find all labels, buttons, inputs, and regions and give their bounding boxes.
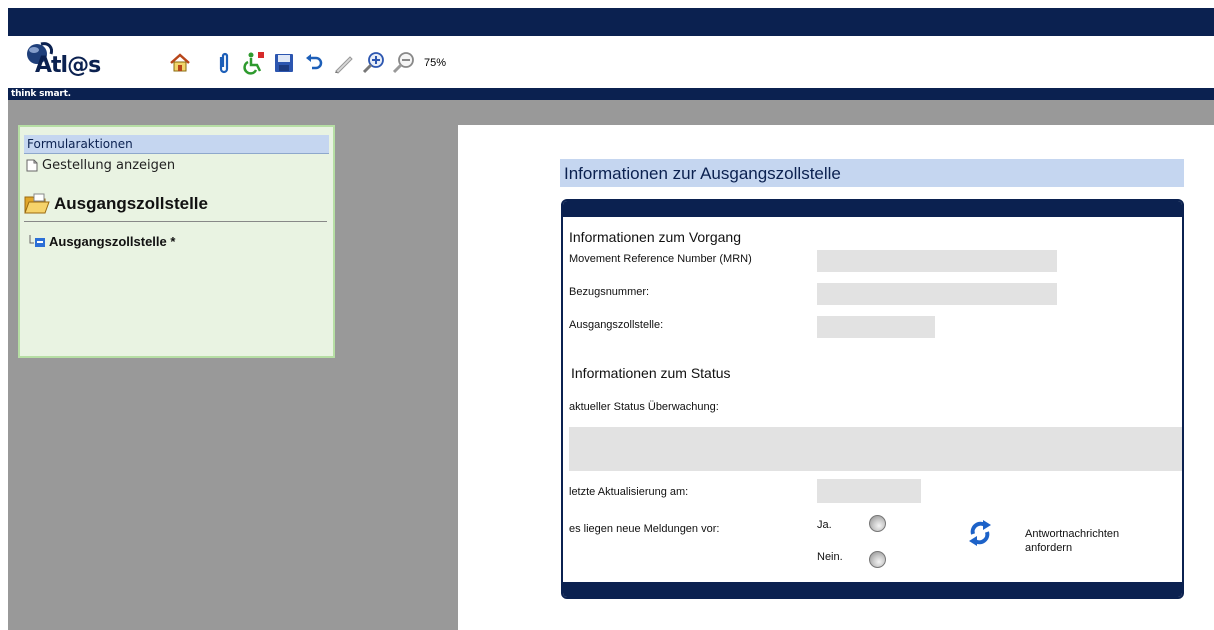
show-gestellung-label: Gestellung anzeigen bbox=[42, 158, 176, 173]
accessibility-button[interactable] bbox=[242, 51, 266, 75]
open-folder-icon bbox=[24, 193, 50, 214]
home-button[interactable] bbox=[168, 51, 192, 75]
request-replies-label[interactable]: Antwortnachrichten anfordern bbox=[1025, 527, 1119, 555]
bezugsnummer-field[interactable] bbox=[817, 283, 1057, 305]
mrn-label: Movement Reference Number (MRN) bbox=[569, 253, 752, 265]
ausgangszollstelle-field[interactable] bbox=[817, 316, 935, 338]
no-label: Nein. bbox=[817, 551, 843, 563]
tree-item-label: Ausgangszollstelle * bbox=[49, 234, 176, 249]
save-button[interactable] bbox=[272, 51, 296, 75]
pencil-icon bbox=[335, 56, 353, 74]
zoom-out-icon bbox=[392, 52, 414, 74]
form-actions-header: Formularaktionen bbox=[24, 135, 329, 154]
undo-button[interactable] bbox=[302, 51, 326, 75]
section-vorgang-heading: Informationen zum Vorgang bbox=[569, 229, 741, 245]
title-strip bbox=[8, 8, 1214, 36]
form-panel: Informationen zum Vorgang Movement Refer… bbox=[561, 199, 1184, 599]
tagline-band bbox=[8, 88, 1214, 100]
tree-branch-icon bbox=[29, 234, 45, 247]
section-title: Ausgangszollstelle bbox=[54, 194, 208, 213]
form-actions-panel: Formularaktionen Gestellung anzeigen Aus… bbox=[18, 125, 335, 358]
section-heading: Ausgangszollstelle bbox=[24, 193, 333, 215]
yes-radio[interactable] bbox=[869, 515, 886, 532]
zoom-in-button[interactable] bbox=[362, 51, 386, 75]
home-icon bbox=[170, 53, 190, 72]
toolbar-tools: 75% bbox=[168, 49, 446, 77]
show-gestellung-link[interactable]: Gestellung anzeigen bbox=[26, 158, 333, 173]
yes-label: Ja. bbox=[817, 519, 832, 531]
zoom-in-icon bbox=[362, 52, 384, 74]
section-status-heading: Informationen zum Status bbox=[571, 365, 731, 381]
document-icon bbox=[26, 159, 38, 172]
request-replies-line2: anfordern bbox=[1025, 542, 1073, 554]
zoom-out-button[interactable] bbox=[392, 51, 416, 75]
status-label: aktueller Status Überwachung: bbox=[569, 401, 719, 413]
form-page: Informationen zur Ausgangszollstelle Inf… bbox=[458, 125, 1214, 630]
ausgangszollstelle-label: Ausgangszollstelle: bbox=[569, 319, 664, 331]
zoom-level: 75% bbox=[424, 57, 447, 69]
panel-header-bar bbox=[563, 201, 1182, 217]
new-messages-label: es liegen neue Meldungen vor: bbox=[569, 523, 720, 535]
no-radio[interactable] bbox=[869, 551, 886, 568]
paperclip-icon bbox=[219, 52, 229, 74]
atlas-logo: Atl@s bbox=[13, 38, 133, 82]
save-icon bbox=[275, 54, 293, 72]
undo-icon bbox=[306, 54, 323, 70]
last-update-label: letzte Aktualisierung am: bbox=[569, 486, 689, 498]
attach-button[interactable] bbox=[212, 51, 236, 75]
status-field[interactable] bbox=[569, 427, 1182, 471]
bezugsnummer-label: Bezugsnummer: bbox=[569, 286, 650, 298]
tagline: think smart. bbox=[11, 89, 71, 99]
refresh-arrows-icon bbox=[969, 520, 991, 546]
atlas-application: Atl@s 75% think smart. Formularaktionen … bbox=[8, 8, 1214, 630]
wheelchair-icon bbox=[243, 52, 264, 75]
panel-footer-bar bbox=[563, 582, 1182, 597]
edit-button[interactable] bbox=[332, 51, 356, 75]
page-title: Informationen zur Ausgangszollstelle bbox=[560, 159, 1184, 187]
tree-item-ausgangszollstelle[interactable]: Ausgangszollstelle * bbox=[28, 234, 333, 249]
divider bbox=[24, 221, 327, 222]
request-replies-line1: Antwortnachrichten bbox=[1025, 528, 1120, 540]
mrn-field[interactable] bbox=[817, 250, 1057, 272]
logo-text: Atl@s bbox=[35, 53, 101, 78]
last-update-field[interactable] bbox=[817, 479, 921, 503]
request-replies-button[interactable] bbox=[967, 519, 993, 547]
